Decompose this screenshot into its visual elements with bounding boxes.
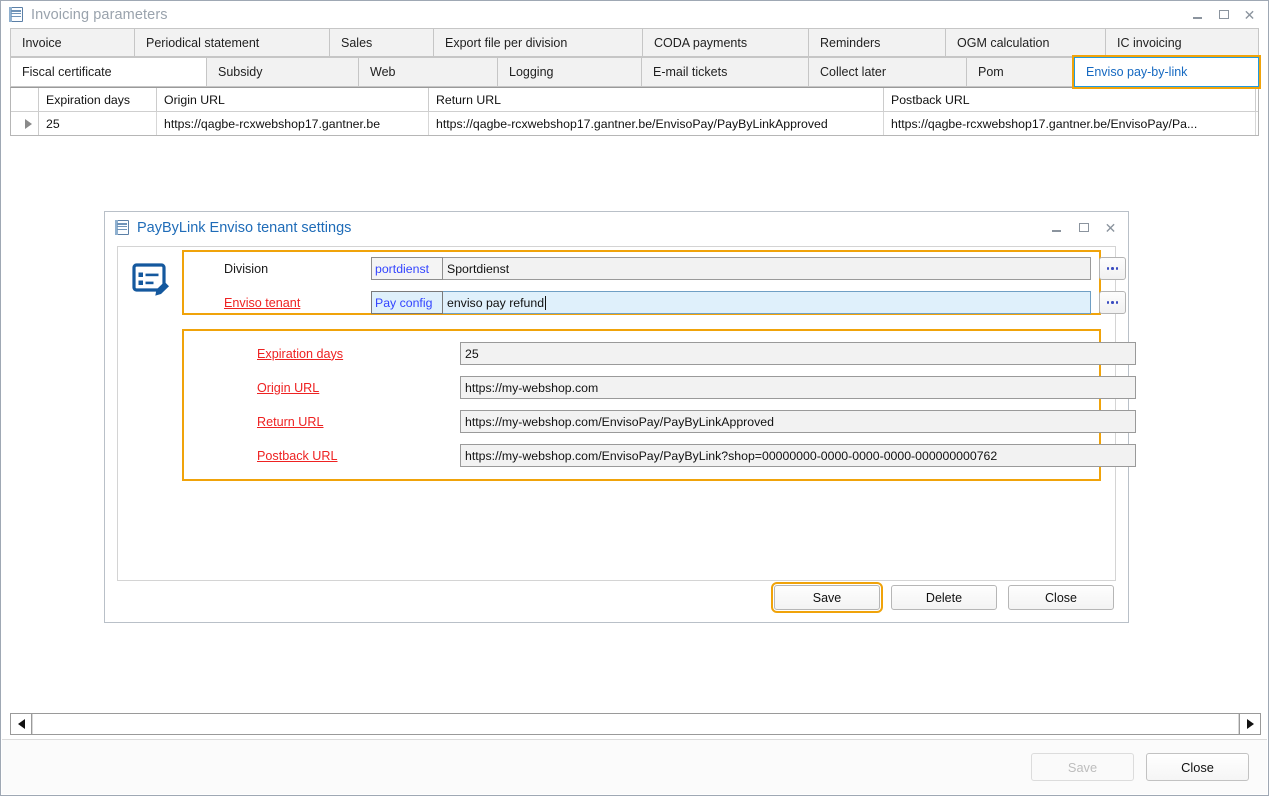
tab-row-2: Fiscal certificate Subsidy Web Logging E… [10,57,1259,87]
row-selector[interactable] [11,112,39,136]
enviso-tenant-code-input[interactable]: Pay config [371,291,443,314]
column-header-origin-url[interactable]: Origin URL [157,88,429,111]
document-list-icon [9,7,23,22]
window-controls: ✕ [1190,7,1268,22]
parameters-grid: Expiration days Origin URL Return URL Po… [10,87,1259,136]
dialog-close-button[interactable]: Close [1008,585,1114,610]
page-title: Invoicing parameters [31,7,168,23]
tab-strips: Invoice Periodical statement Sales Expor… [10,28,1259,87]
expiration-days-input[interactable]: 25 [460,342,1136,365]
enviso-tenant-name-input[interactable]: enviso pay refund [443,291,1091,314]
invoicing-parameters-window: Invoicing parameters ✕ Invoice Periodica… [0,0,1269,796]
enviso-tenant-label: Enviso tenant [224,296,371,310]
tab-sales[interactable]: Sales [329,28,433,57]
text-caret [545,296,546,310]
row-selector-arrow-icon [25,119,32,129]
minimize-icon[interactable] [1190,7,1205,22]
footer-save-button[interactable]: Save [1031,753,1134,781]
grid-header-row: Expiration days Origin URL Return URL Po… [11,88,1258,112]
dialog-delete-button[interactable]: Delete [891,585,997,610]
tab-fiscal-certificate[interactable]: Fiscal certificate [10,57,206,87]
dialog-title: PayByLink Enviso tenant settings [137,220,351,236]
tab-reminders[interactable]: Reminders [808,28,945,57]
division-label: Division [224,262,371,276]
enviso-tenant-name-value: enviso pay refund [447,296,544,310]
tab-invoice[interactable]: Invoice [10,28,134,57]
dialog-title-bar: PayByLink Enviso tenant settings ✕ [105,212,1128,243]
maximize-icon[interactable] [1216,7,1231,22]
column-header-expiration-days[interactable]: Expiration days [39,88,157,111]
return-url-field-row: Return URL https://my-webshop.com/Enviso… [257,410,1136,433]
dialog-save-button[interactable]: Save [774,585,880,610]
division-field-row: Division portdienst Sportdienst [224,257,1126,280]
footer-close-button[interactable]: Close [1146,753,1249,781]
column-header-return-url[interactable]: Return URL [429,88,884,111]
tab-ogm-calculation[interactable]: OGM calculation [945,28,1105,57]
document-list-icon [115,220,129,235]
origin-url-field-row: Origin URL https://my-webshop.com [257,376,1136,399]
tab-export-file-per-division[interactable]: Export file per division [433,28,642,57]
tab-logging[interactable]: Logging [497,57,641,87]
content-canvas: PayByLink Enviso tenant settings ✕ [10,145,1261,713]
minimize-icon[interactable] [1049,220,1064,235]
column-header-overflow[interactable]: En [1256,88,1259,111]
cell-postback-url: https://qagbe-rcxwebshop17.gantner.be/En… [884,112,1256,136]
dialog-button-bar: Save Delete Close [774,585,1114,610]
window-footer-bar: Save Close [2,739,1267,794]
window-title-bar: Invoicing parameters ✕ [1,1,1268,28]
tab-pom[interactable]: Pom [966,57,1074,87]
maximize-icon[interactable] [1076,220,1091,235]
close-icon[interactable]: ✕ [1242,7,1257,22]
table-row[interactable]: 25 https://qagbe-rcxwebshop17.gantner.be… [11,112,1258,136]
division-browse-button[interactable] [1099,257,1126,280]
cell-overflow: En [1256,112,1259,136]
grid-gutter-header [11,88,39,111]
postback-url-label: Postback URL [257,449,460,463]
division-code-input[interactable]: portdienst [371,257,443,280]
tab-collect-later[interactable]: Collect later [808,57,966,87]
dialog-body: Division portdienst Sportdienst Enviso t… [117,246,1116,581]
column-header-postback-url[interactable]: Postback URL [884,88,1256,111]
return-url-input[interactable]: https://my-webshop.com/EnvisoPay/PayByLi… [460,410,1136,433]
tab-subsidy[interactable]: Subsidy [206,57,358,87]
tab-row-1: Invoice Periodical statement Sales Expor… [10,28,1259,57]
close-icon[interactable]: ✕ [1103,220,1118,235]
scroll-right-icon[interactable] [1239,714,1260,734]
paybylink-enviso-tenant-settings-dialog: PayByLink Enviso tenant settings ✕ [104,211,1129,623]
cell-origin-url: https://qagbe-rcxwebshop17.gantner.be [157,112,429,136]
cell-expiration-days: 25 [39,112,157,136]
division-name-input[interactable]: Sportdienst [443,257,1091,280]
scroll-left-icon[interactable] [11,714,32,734]
cell-return-url: https://qagbe-rcxwebshop17.gantner.be/En… [429,112,884,136]
tab-periodical-statement[interactable]: Periodical statement [134,28,329,57]
horizontal-scrollbar[interactable] [10,713,1261,735]
enviso-tenant-browse-button[interactable] [1099,291,1126,314]
expiration-days-label: Expiration days [257,347,460,361]
tab-coda-payments[interactable]: CODA payments [642,28,808,57]
return-url-label: Return URL [257,415,460,429]
postback-url-field-row: Postback URL https://my-webshop.com/Envi… [257,444,1136,467]
tab-web[interactable]: Web [358,57,497,87]
enviso-tenant-field-row: Enviso tenant Pay config enviso pay refu… [224,291,1126,314]
scrollbar-track[interactable] [32,714,1239,734]
dialog-window-controls: ✕ [1049,220,1128,235]
tab-email-tickets[interactable]: E-mail tickets [641,57,808,87]
postback-url-input[interactable]: https://my-webshop.com/EnvisoPay/PayByLi… [460,444,1136,467]
origin-url-label: Origin URL [257,381,460,395]
tab-enviso-pay-by-link[interactable]: Enviso pay-by-link [1074,57,1259,87]
form-edit-icon [132,263,172,299]
expiration-days-field-row: Expiration days 25 [257,342,1136,365]
tab-ic-invoicing[interactable]: IC invoicing [1105,28,1259,57]
origin-url-input[interactable]: https://my-webshop.com [460,376,1136,399]
